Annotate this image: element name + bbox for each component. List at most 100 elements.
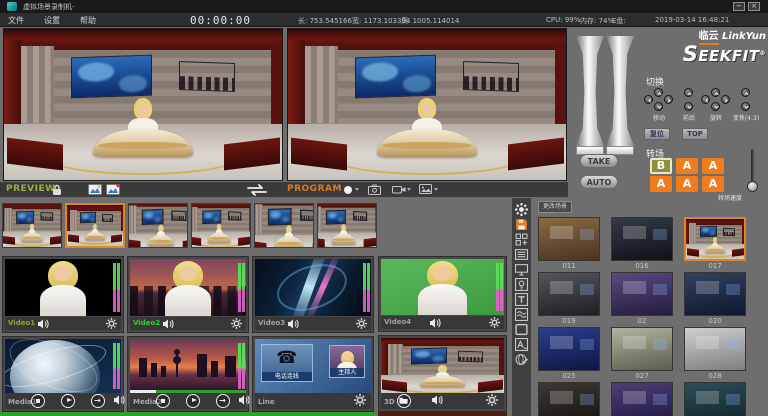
speaker-icon[interactable]: [113, 395, 126, 405]
scene-item[interactable]: 02: [611, 272, 673, 327]
gear-icon[interactable]: [106, 318, 117, 329]
next-button[interactable]: →: [216, 394, 230, 408]
scene-item[interactable]: 020: [684, 272, 746, 327]
transition-button-b[interactable]: B: [650, 158, 672, 174]
t-bar-handle[interactable]: [606, 36, 634, 146]
scene-item[interactable]: 019: [538, 272, 600, 327]
t-bar-handle[interactable]: [576, 36, 604, 146]
speaker-icon[interactable]: [37, 319, 50, 329]
arrow-left-button[interactable]: [644, 95, 653, 104]
camera-preset-thumb-selected[interactable]: [65, 203, 125, 248]
next-button[interactable]: →: [91, 394, 105, 408]
scene-item[interactable]: 027: [611, 327, 673, 382]
image-output-icon[interactable]: [419, 184, 432, 194]
arrow-down-button[interactable]: [711, 102, 720, 111]
play-button[interactable]: [186, 394, 200, 408]
arrow-up-button[interactable]: [684, 88, 693, 97]
arrow-left-button[interactable]: [701, 95, 710, 104]
scene-item-selected[interactable]: 017: [684, 217, 746, 272]
change-scene-button[interactable]: 更改场景: [538, 201, 572, 213]
video-dropdown-caret[interactable]: [407, 188, 411, 191]
arrow-up-button[interactable]: [711, 88, 720, 97]
arrow-up-button[interactable]: [741, 88, 750, 97]
camera-preset-thumb[interactable]: [317, 203, 377, 248]
stop-button[interactable]: [31, 394, 45, 408]
camera-preset-thumb[interactable]: [128, 203, 188, 248]
monitor-icon[interactable]: [515, 263, 528, 276]
scene-item[interactable]: 011: [538, 217, 600, 272]
close-button[interactable]: ×: [748, 2, 760, 11]
menu-file[interactable]: 文件: [8, 15, 24, 26]
camera-preset-thumb[interactable]: [254, 203, 314, 248]
transition-button-a[interactable]: A: [650, 176, 672, 192]
font-icon[interactable]: [515, 338, 528, 351]
layers-icon[interactable]: [515, 308, 528, 321]
gear-icon[interactable]: [231, 318, 242, 329]
scene-3d-thumbnail[interactable]: [381, 338, 504, 396]
media1-thumbnail[interactable]: [5, 339, 121, 393]
speaker-icon[interactable]: [429, 318, 442, 328]
top-view-button[interactable]: TOP: [682, 128, 708, 140]
scene-item[interactable]: [684, 382, 746, 416]
transition-button-a[interactable]: A: [702, 176, 724, 192]
lock-icon[interactable]: [52, 184, 62, 196]
light-icon[interactable]: [515, 278, 528, 291]
transition-speed-knob[interactable]: [747, 181, 758, 192]
transition-button-a[interactable]: A: [676, 158, 698, 174]
speaker-icon[interactable]: [431, 395, 444, 405]
add-layout-icon[interactable]: [515, 233, 528, 246]
title-text-icon[interactable]: [515, 293, 528, 306]
menu-help[interactable]: 帮助: [80, 15, 96, 26]
frame-icon[interactable]: [515, 323, 528, 336]
camera-snapshot-icon[interactable]: [368, 184, 381, 195]
arrow-right-button[interactable]: [721, 95, 730, 104]
arrow-down-button[interactable]: [654, 102, 663, 111]
transition-button-a[interactable]: A: [702, 158, 724, 174]
auto-button[interactable]: AUTO: [580, 175, 618, 189]
open-folder-button[interactable]: [397, 394, 411, 408]
scene-item[interactable]: 025: [538, 327, 600, 382]
speaker-icon[interactable]: [287, 319, 300, 329]
phone-call-box[interactable]: ☎ 电话连线: [261, 344, 313, 382]
video4-thumbnail[interactable]: [381, 259, 504, 315]
gear-icon[interactable]: [486, 394, 498, 406]
scene-item[interactable]: [611, 382, 673, 416]
speaker-icon[interactable]: [238, 395, 251, 405]
host-box[interactable]: 主持人: [329, 345, 365, 378]
settings-icon[interactable]: [515, 203, 528, 216]
gear-icon[interactable]: [356, 318, 367, 329]
line-thumbnail[interactable]: ☎ 电话连线 主持人: [255, 339, 371, 393]
scene-item[interactable]: 016: [611, 217, 673, 272]
image-dropdown-caret[interactable]: [434, 188, 438, 191]
take-button[interactable]: TAKE: [580, 154, 618, 168]
snapshot-image-alert-icon[interactable]: [106, 184, 120, 195]
video3-thumbnail[interactable]: [255, 259, 371, 316]
reset-button[interactable]: 复位: [644, 128, 670, 140]
video1-thumbnail[interactable]: [5, 259, 121, 316]
scene-item[interactable]: [538, 382, 600, 416]
record-icon[interactable]: [344, 186, 352, 194]
arrow-right-button[interactable]: [664, 95, 673, 104]
video-record-icon[interactable]: [392, 185, 406, 194]
video2-thumbnail[interactable]: [130, 259, 246, 316]
swap-preview-program-icon[interactable]: [244, 184, 270, 196]
list-icon[interactable]: [515, 248, 528, 261]
gear-icon[interactable]: [489, 317, 500, 328]
arrow-up-button[interactable]: [654, 88, 663, 97]
scene-item[interactable]: 028: [684, 327, 746, 382]
record-dropdown-caret[interactable]: [355, 188, 359, 191]
speaker-icon[interactable]: [162, 319, 175, 329]
media2-thumbnail[interactable]: [130, 339, 246, 393]
arrow-down-button[interactable]: [684, 102, 693, 111]
gear-icon[interactable]: [354, 394, 366, 406]
draw-globe-icon[interactable]: [515, 353, 528, 366]
transition-button-a[interactable]: A: [676, 176, 698, 192]
play-button[interactable]: [61, 394, 75, 408]
camera-preset-thumb[interactable]: [191, 203, 251, 248]
camera-preset-thumb[interactable]: [2, 203, 62, 248]
arrow-down-button[interactable]: [741, 102, 750, 111]
snapshot-image-icon[interactable]: [88, 184, 102, 195]
menu-settings[interactable]: 设置: [44, 15, 60, 26]
minimize-button[interactable]: −: [733, 2, 745, 11]
stop-button[interactable]: [156, 394, 170, 408]
